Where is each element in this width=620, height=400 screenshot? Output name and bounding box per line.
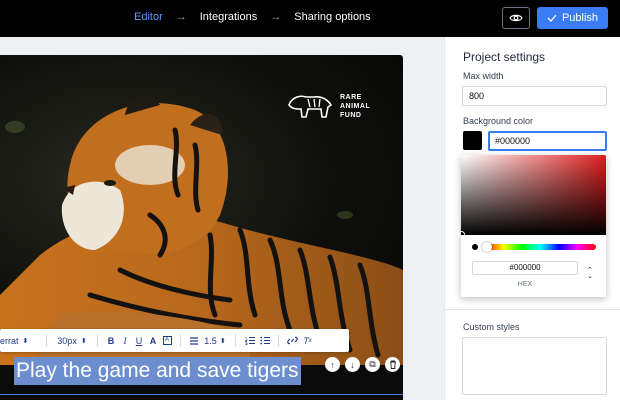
color-picker-popup: #000000 HEX ⌃ ⌄: [458, 155, 606, 297]
step-editor[interactable]: Editor: [134, 11, 163, 23]
custom-styles-textarea[interactable]: [462, 337, 607, 395]
bold-icon[interactable]: B: [104, 329, 118, 352]
link-icon[interactable]: [285, 329, 300, 352]
ordered-list-icon[interactable]: [242, 329, 257, 352]
trash-icon[interactable]: [385, 357, 400, 372]
chevron-updown-icon: ⬍: [219, 337, 226, 345]
tiger-logo-icon: [288, 95, 333, 118]
move-down-icon[interactable]: ↓: [345, 357, 360, 372]
text-format-toolbar: errat ⬍ 30px ⬍ B I U A A 1.5 ⬍ Tx: [0, 329, 349, 352]
panel-title: Project settings: [463, 50, 546, 64]
step-integrations[interactable]: Integrations: [200, 11, 257, 23]
color-preview-dot: [472, 244, 478, 250]
arrow-right-icon: →: [270, 11, 282, 23]
section-divider: [445, 309, 620, 310]
preview-button[interactable]: [502, 7, 530, 29]
max-width-label: Max width: [463, 71, 504, 81]
toolbar-divider: [46, 334, 47, 347]
check-icon: [547, 14, 557, 22]
max-width-input[interactable]: 800: [462, 86, 607, 106]
logo-text: RARE ANIMAL FUND: [340, 93, 371, 119]
bullet-list-icon[interactable]: [257, 329, 272, 352]
rare-animal-fund-logo: RARE ANIMAL FUND: [286, 91, 370, 121]
color-mode-label: HEX: [517, 281, 533, 288]
saturation-value-area[interactable]: [461, 155, 606, 235]
text-color-icon[interactable]: A: [146, 329, 160, 352]
publish-label: Publish: [561, 12, 599, 24]
eye-icon: [509, 14, 523, 22]
publish-button[interactable]: Publish: [537, 7, 608, 29]
toolbar-divider: [235, 334, 236, 347]
picker-hex-input[interactable]: #000000: [472, 261, 578, 275]
step-sharing-options[interactable]: Sharing options: [294, 11, 370, 23]
custom-styles-label: Custom styles: [463, 322, 520, 332]
headline-text[interactable]: Play the game and save tigers: [14, 357, 301, 385]
toolbar-divider: [97, 334, 98, 347]
step-navigation: Editor → Integrations → Sharing options: [134, 11, 371, 23]
hue-slider[interactable]: [485, 244, 596, 250]
font-family-select[interactable]: errat ⬍: [0, 329, 40, 352]
line-height-icon[interactable]: [187, 329, 201, 352]
line-height-select[interactable]: 1.5 ⬍: [201, 329, 229, 352]
format-toggle-icon[interactable]: ⌃ ⌄: [585, 267, 595, 281]
arrow-right-icon: →: [175, 11, 187, 23]
top-bar: Editor → Integrations → Sharing options …: [0, 0, 620, 37]
toolbar-divider: [278, 334, 279, 347]
move-up-icon[interactable]: ↑: [325, 357, 340, 372]
saturation-handle[interactable]: [458, 231, 465, 238]
line-height-value: 1.5: [204, 335, 217, 346]
clear-format-icon[interactable]: Tx: [300, 329, 315, 352]
font-size-value: 30px: [57, 335, 77, 346]
font-family-value: errat: [0, 335, 19, 346]
chevron-updown-icon: ⬍: [22, 337, 29, 345]
underline-icon[interactable]: U: [132, 329, 146, 352]
background-color-swatch[interactable]: [463, 131, 482, 150]
italic-icon[interactable]: I: [118, 329, 132, 352]
font-size-select[interactable]: 30px ⬍: [53, 329, 91, 352]
chevron-updown-icon: ⬍: [80, 337, 87, 345]
selection-outline: [0, 394, 403, 395]
highlight-icon[interactable]: A: [160, 329, 174, 352]
background-color-label: Background color: [463, 116, 534, 126]
background-color-input[interactable]: #000000: [488, 131, 607, 151]
toolbar-divider: [180, 334, 181, 347]
hue-slider-handle[interactable]: [482, 242, 492, 252]
duplicate-icon[interactable]: ⧉: [365, 357, 380, 372]
